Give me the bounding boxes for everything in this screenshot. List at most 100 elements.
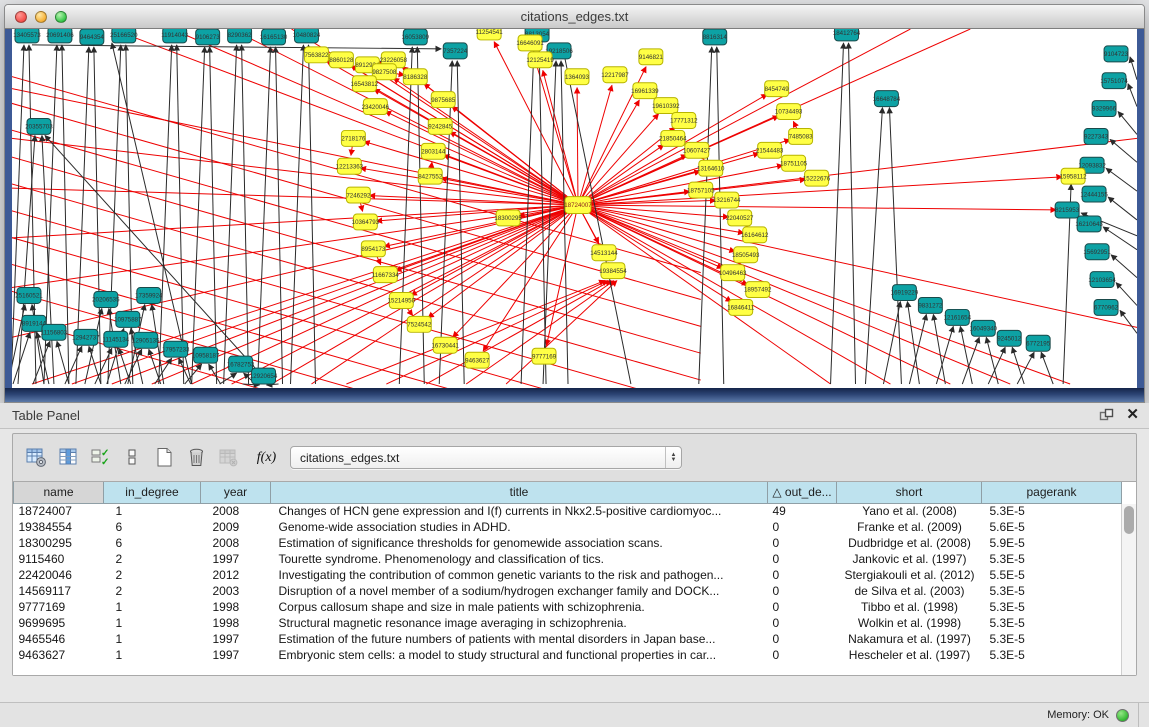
table-cell[interactable]: Structural magnetic resonance image aver…: [271, 615, 768, 631]
graph-node[interactable]: 12920654: [250, 368, 278, 384]
graph-node[interactable]: 8816314: [703, 29, 728, 45]
table-cell[interactable]: 1997: [201, 551, 271, 567]
table-cell[interactable]: 0: [768, 631, 837, 647]
table-cell[interactable]: 2008: [201, 535, 271, 551]
graph-node[interactable]: 16164612: [741, 227, 769, 243]
table-cell[interactable]: 18300295: [14, 535, 104, 551]
table-cell[interactable]: 1: [104, 615, 201, 631]
graph-node[interactable]: 12905135: [132, 332, 160, 348]
table-cell[interactable]: 0: [768, 599, 837, 615]
graph-node[interactable]: 14513144: [590, 245, 618, 261]
table-cell[interactable]: 9463627: [14, 647, 104, 663]
graph-node[interactable]: 8215953: [1055, 202, 1080, 218]
table-cell[interactable]: Jankovic et al. (1997): [837, 551, 982, 567]
table-scrollbar[interactable]: [1121, 504, 1136, 675]
graph-node[interactable]: 16165130: [260, 29, 288, 45]
graph-node[interactable]: 12103654: [1088, 272, 1116, 288]
graph-node[interactable]: 10496463: [719, 265, 747, 281]
graph-node[interactable]: 11145134: [103, 331, 130, 347]
graph-node[interactable]: 11254541: [476, 29, 504, 40]
graph-node[interactable]: 20355703: [25, 119, 53, 135]
graph-node[interactable]: 21850464: [659, 130, 687, 146]
graph-node[interactable]: 18505493: [732, 247, 760, 263]
table-row[interactable]: 1456911722003Disruption of a novel membe…: [14, 583, 1122, 599]
graph-node[interactable]: 11914043: [161, 29, 189, 43]
column-header-out_de[interactable]: △ out_de...: [768, 482, 837, 503]
graph-node[interactable]: 8860128: [329, 52, 354, 68]
table-row[interactable]: 2242004622012Investigating the contribut…: [14, 567, 1122, 583]
table-cell[interactable]: 5.3E-5: [982, 631, 1122, 647]
graph-node[interactable]: 19610392: [652, 98, 680, 114]
table-cell[interactable]: Wolkin et al. (1998): [837, 615, 982, 631]
table-cell[interactable]: Tibbo et al. (1998): [837, 599, 982, 615]
table-cell[interactable]: 5.5E-5: [982, 567, 1122, 583]
table-cell[interactable]: 5.3E-5: [982, 615, 1122, 631]
table-cell[interactable]: 0: [768, 583, 837, 599]
table-cell[interactable]: 19384554: [14, 519, 104, 535]
table-cell[interactable]: 6: [104, 535, 201, 551]
table-cell[interactable]: 49: [768, 503, 837, 519]
table-cell[interactable]: de Silva et al. (2003): [837, 583, 982, 599]
table-cell[interactable]: Changes of HCN gene expression and I(f) …: [271, 503, 768, 519]
table-cell[interactable]: 5.3E-5: [982, 599, 1122, 615]
column-header-name[interactable]: name: [14, 482, 104, 503]
table-cell[interactable]: 1: [104, 647, 201, 663]
graph-node[interactable]: 8954173: [361, 241, 386, 257]
graph-node[interactable]: 12217987: [601, 67, 629, 83]
table-cell[interactable]: Estimation of the future numbers of pati…: [271, 631, 768, 647]
table-row[interactable]: 1830029562008Estimation of significance …: [14, 535, 1122, 551]
graph-node[interactable]: 7524542: [407, 316, 432, 332]
table-cell[interactable]: 22420046: [14, 567, 104, 583]
graph-node[interactable]: 25166520: [110, 29, 138, 43]
column-header-year[interactable]: year: [201, 482, 271, 503]
graph-node[interactable]: 2718176: [341, 130, 366, 146]
toggle-rows-button[interactable]: [119, 445, 146, 471]
graph-node[interactable]: 17771312: [670, 113, 698, 129]
graph-node[interactable]: 15214950: [388, 293, 416, 309]
show-columns-button[interactable]: [55, 445, 82, 471]
table-cell[interactable]: 9777169: [14, 599, 104, 615]
graph-node[interactable]: 21544483: [756, 142, 784, 158]
graph-node[interactable]: 19384554: [599, 263, 627, 279]
graph-node[interactable]: 18757105: [687, 182, 715, 198]
graph-node[interactable]: 9463627: [465, 352, 490, 368]
table-cell[interactable]: Tourette syndrome. Phenomenology and cla…: [271, 551, 768, 567]
table-cell[interactable]: 0: [768, 519, 837, 535]
table-cell[interactable]: Yano et al. (2008): [837, 503, 982, 519]
table-cell[interactable]: Corpus callosum shape and size in male p…: [271, 599, 768, 615]
table-cell[interactable]: 2: [104, 583, 201, 599]
graph-node[interactable]: 9329966: [1092, 101, 1117, 117]
close-panel-icon[interactable]: ✕: [1126, 407, 1139, 423]
graph-node[interactable]: 10975887: [114, 311, 142, 327]
graph-node[interactable]: 9245012: [997, 330, 1022, 346]
graph-node[interactable]: 6770962: [1094, 299, 1119, 315]
graph-node[interactable]: 16543812: [351, 76, 379, 92]
table-cell[interactable]: 1: [104, 599, 201, 615]
graph-node[interactable]: 12213363: [336, 158, 364, 174]
table-row[interactable]: 946554611997Estimation of the future num…: [14, 631, 1122, 647]
table-cell[interactable]: 5.3E-5: [982, 583, 1122, 599]
table-cell[interactable]: 5.3E-5: [982, 503, 1122, 519]
table-cell[interactable]: 1998: [201, 599, 271, 615]
table-cell[interactable]: 9699695: [14, 615, 104, 631]
table-cell[interactable]: 2: [104, 567, 201, 583]
graph-node[interactable]: 9104723: [1104, 46, 1129, 62]
table-cell[interactable]: 18724007: [14, 503, 104, 519]
table-cell[interactable]: 0: [768, 535, 837, 551]
table-cell[interactable]: 14569117: [14, 583, 104, 599]
table-row[interactable]: 969969511998Structural magnetic resonanc…: [14, 615, 1122, 631]
graph-node[interactable]: 10607427: [683, 142, 711, 158]
table-row[interactable]: 946362711997Embryonic stem cells: a mode…: [14, 647, 1122, 663]
table-cell[interactable]: 5.9E-5: [982, 535, 1122, 551]
table-cell[interactable]: Hescheler et al. (1997): [837, 647, 982, 663]
graph-node[interactable]: 15958112: [1060, 168, 1088, 184]
graph-node[interactable]: 10958187: [192, 347, 220, 363]
table-row[interactable]: 977716911998Corpus callosum shape and si…: [14, 599, 1122, 615]
graph-node[interactable]: 16648784: [873, 91, 901, 107]
minimize-window-button[interactable]: [35, 11, 47, 23]
graph-node[interactable]: 2803144: [421, 143, 446, 159]
graph-node[interactable]: 10364793: [352, 214, 380, 230]
graph-node[interactable]: 7357224: [443, 43, 468, 59]
table-cell[interactable]: Genome-wide association studies in ADHD.: [271, 519, 768, 535]
graph-node[interactable]: 18751105: [780, 155, 808, 171]
